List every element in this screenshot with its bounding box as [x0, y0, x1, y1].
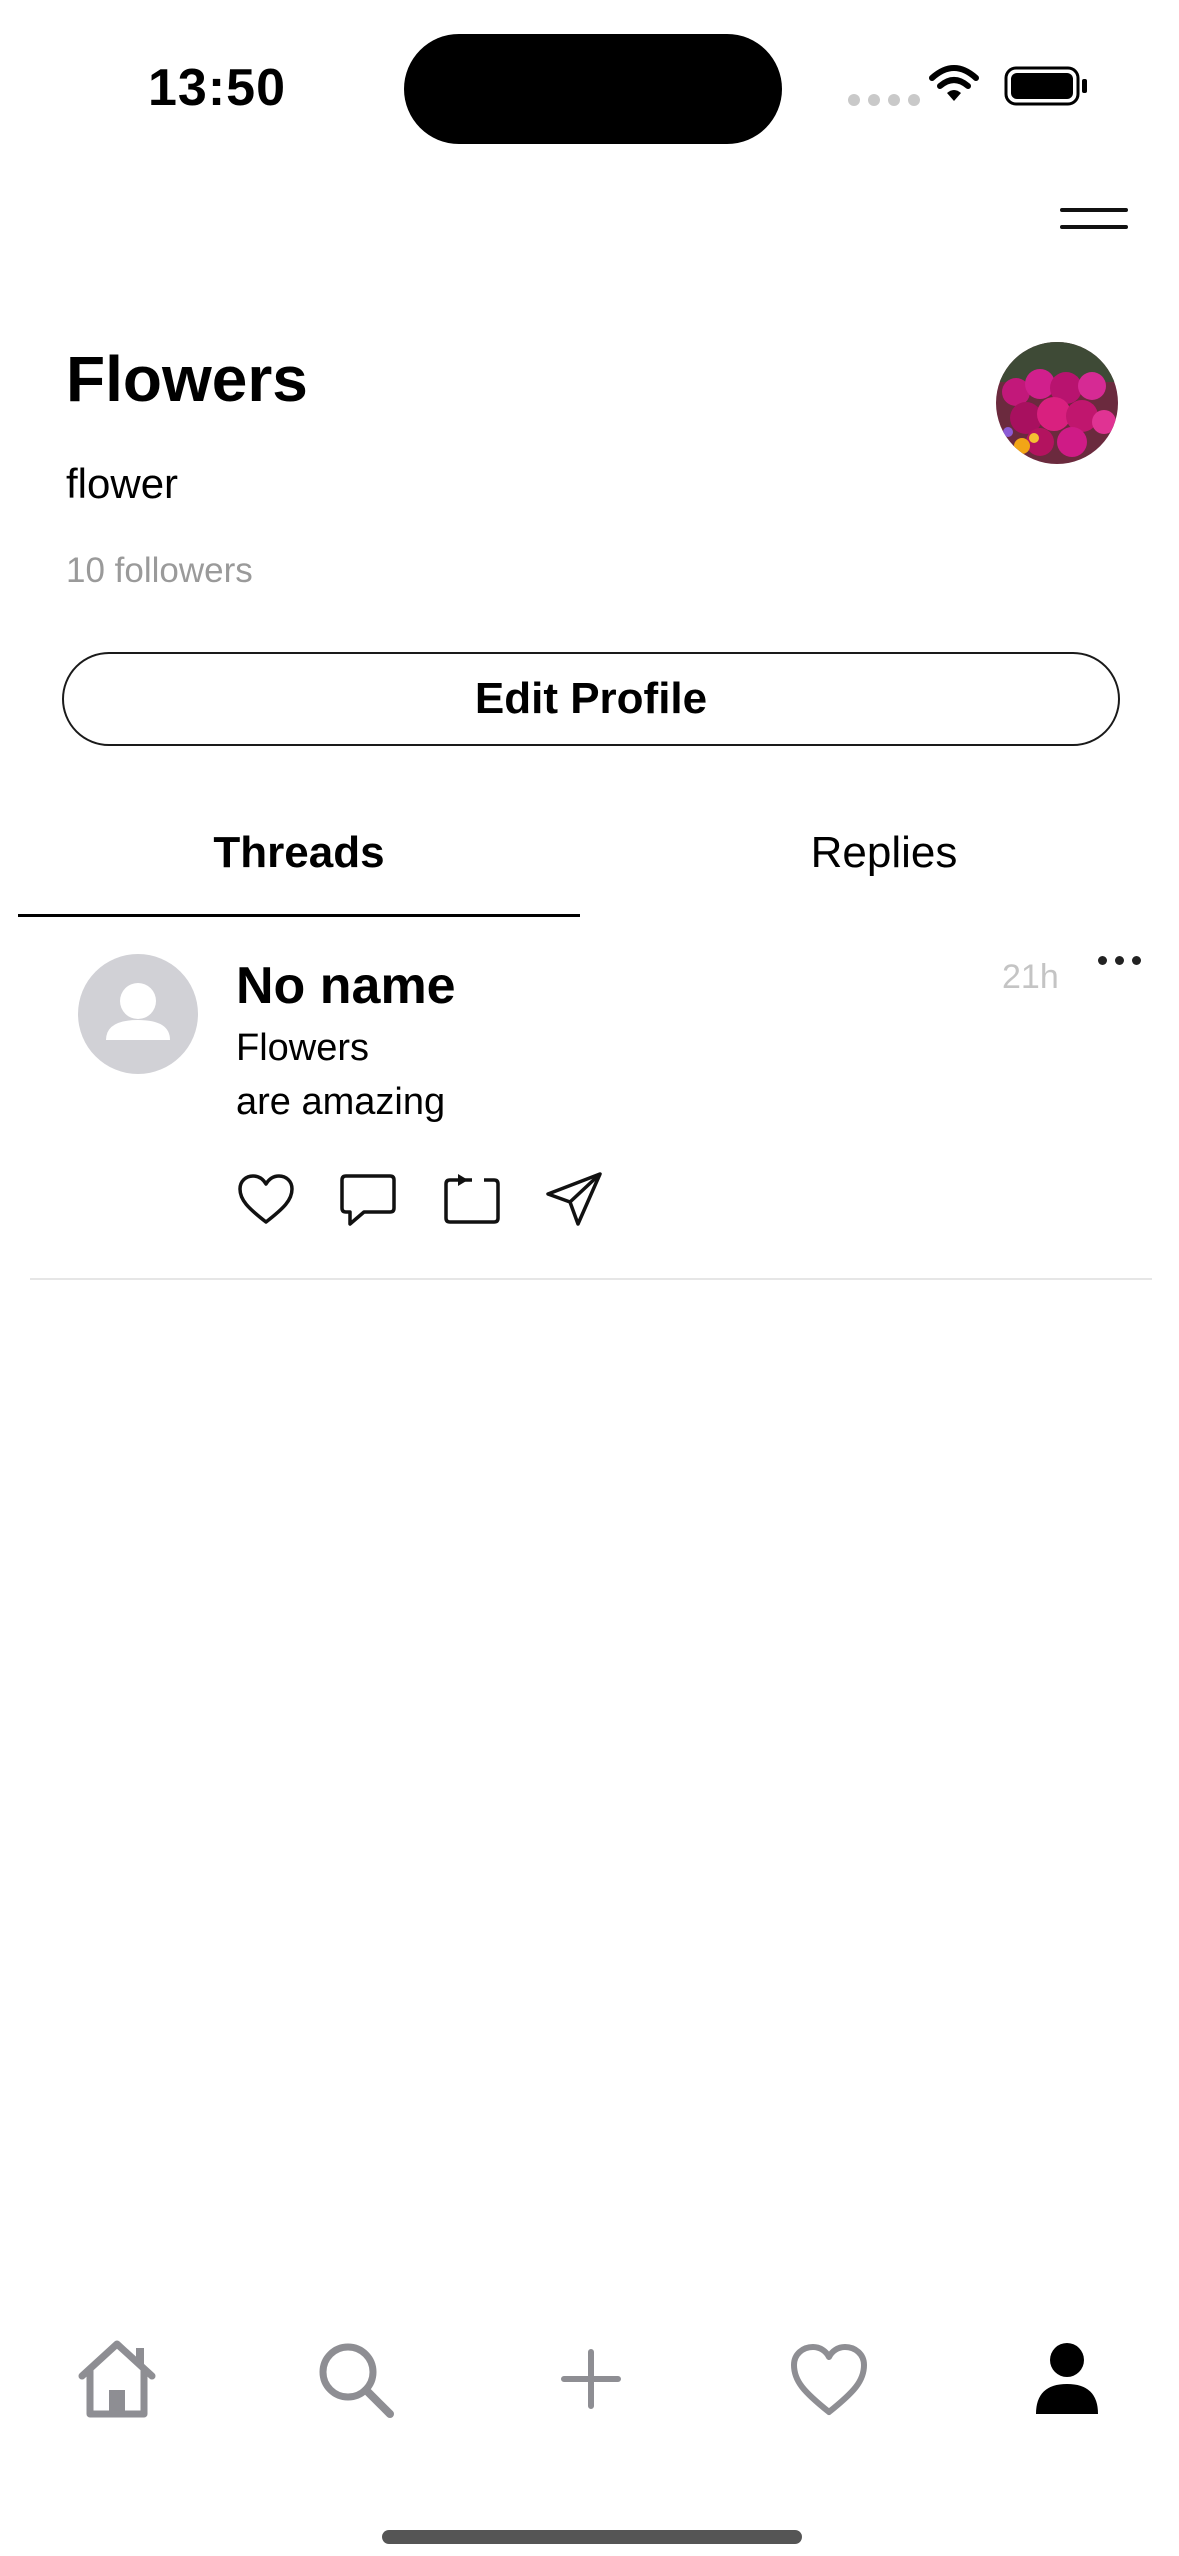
search-icon[interactable] — [310, 2334, 400, 2424]
home-icon[interactable] — [72, 2334, 162, 2424]
menu-button[interactable] — [1060, 208, 1128, 248]
post-author-name[interactable]: No name — [236, 956, 456, 1016]
post-divider — [30, 1278, 1152, 1280]
tab-selected-indicator — [18, 914, 580, 917]
post-text-line: are amazing — [236, 1081, 446, 1123]
followers-count[interactable]: 10 followers — [66, 551, 253, 591]
flower-photo — [996, 342, 1118, 464]
edit-profile-button[interactable]: Edit Profile — [62, 652, 1120, 746]
comment-icon[interactable] — [338, 1170, 398, 1230]
send-icon[interactable] — [544, 1170, 604, 1230]
battery-icon — [1004, 66, 1087, 106]
status-time: 13:50 — [148, 59, 286, 117]
wifi-icon — [929, 65, 979, 101]
more-options-icon[interactable] — [1098, 950, 1141, 971]
profile-avatar[interactable] — [996, 342, 1118, 464]
cellular-signal-icon — [848, 94, 920, 106]
post-timestamp: 21h — [1002, 958, 1059, 996]
profile-handle: flower — [66, 460, 179, 507]
heart-icon[interactable] — [236, 1170, 296, 1230]
person-placeholder-icon — [106, 983, 170, 1040]
heart-icon[interactable] — [784, 2334, 874, 2424]
post-author-avatar[interactable] — [78, 954, 198, 1074]
tab-threads[interactable]: Threads — [18, 828, 580, 878]
tab-replies[interactable]: Replies — [600, 828, 1168, 878]
repost-icon[interactable] — [442, 1170, 502, 1230]
profile-name: Flowers — [66, 343, 308, 415]
plus-icon[interactable] — [546, 2334, 636, 2424]
dynamic-island — [404, 34, 782, 144]
home-indicator — [382, 2530, 802, 2544]
post-text-line: Flowers — [236, 1027, 370, 1069]
profile-icon[interactable] — [1022, 2334, 1112, 2424]
